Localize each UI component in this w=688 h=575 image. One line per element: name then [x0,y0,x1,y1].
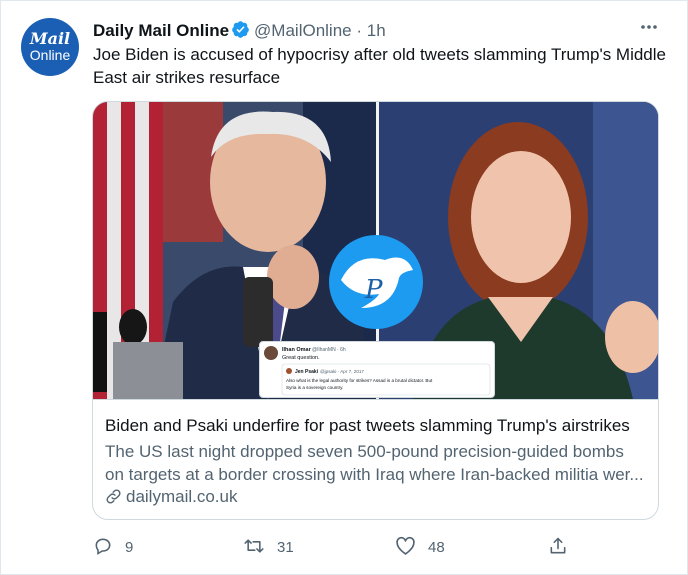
embedded-handle: @IlhanMN · 6h [312,347,346,353]
separator-dot: · [356,21,363,40]
link-icon [105,487,126,506]
embedded-name: Ilhan Omar [282,347,312,353]
reply-button[interactable]: 9 [93,536,133,560]
card-meta[interactable]: Biden and Psaki underfire for past tweet… [93,399,658,519]
quoted-handle: @jpsaki · Apr 7, 2017 [320,369,364,374]
author-handle[interactable]: @MailOnline [254,21,352,40]
timestamp[interactable]: 1h [367,21,386,40]
tweet-header: Daily Mail Online @MailOnline · 1h [93,20,386,42]
embedded-tweet-screenshot: Ilhan Omar @IlhanMN · 6h Great question.… [259,341,495,398]
avatar-logo-line1: Mail [29,29,71,48]
card-image[interactable]: P Ilhan Omar @IlhanMN · 6h Great questio… [93,102,658,399]
link-card[interactable]: P Ilhan Omar @IlhanMN · 6h Great questio… [92,101,659,520]
retweet-button[interactable]: 31 [243,536,294,560]
like-button[interactable]: 48 [395,536,445,560]
action-bar: 9 31 48 [93,536,573,560]
svg-text:P: P [364,275,383,305]
card-description-line2: on targets at a border crossing with Ira… [105,465,644,484]
embedded-text: Great question. [282,355,320,361]
heart-icon [395,536,416,556]
like-count: 48 [428,539,445,556]
avatar[interactable]: Mail Online [21,18,79,76]
retweet-icon [243,539,265,556]
card-description: The US last night dropped seven 500-poun… [105,440,650,486]
reply-count: 9 [125,539,134,556]
share-button[interactable] [548,536,568,560]
tweet-text: Joe Biden is accused of hypocrisy after … [93,45,666,87]
card-description-line1: The US last night dropped seven 500-poun… [105,442,624,461]
share-icon [548,537,568,556]
retweet-count: 31 [277,539,294,556]
quoted-name: Jen Psaki [295,369,319,375]
quoted-text-line1: Also what is the legal authority for str… [286,378,433,383]
tweet[interactable]: Mail Online Daily Mail Online @MailOnline… [0,0,688,575]
verified-badge-icon [231,20,250,45]
quoted-text-line2: Syria is a sovereign country. [286,385,343,390]
card-title[interactable]: Biden and Psaki underfire for past tweet… [105,415,650,437]
author-name[interactable]: Daily Mail Online [93,21,229,40]
reply-icon [93,538,113,556]
avatar-logo-line2: Online [29,47,71,63]
card-domain[interactable]: dailymail.co.uk [105,486,238,508]
card-domain-text: dailymail.co.uk [126,487,238,506]
more-horizontal-icon[interactable] [637,20,661,38]
